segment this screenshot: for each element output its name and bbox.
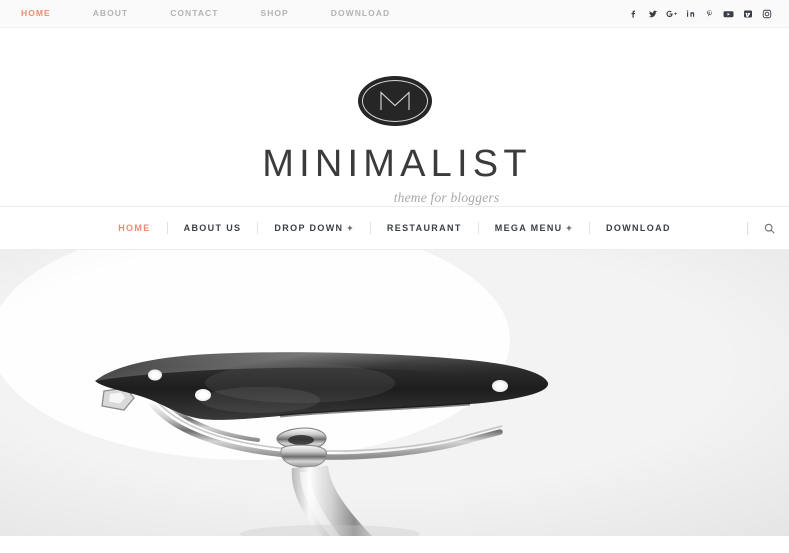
site-title: MINIMALIST [262,143,532,185]
site-tagline: theme for bloggers [393,190,500,205]
linkedin-icon[interactable] [681,4,700,24]
instagram-icon[interactable] [757,4,776,24]
main-nav-link-drop-down[interactable]: DROP DOWN + [258,207,369,249]
search-icon[interactable] [760,219,778,237]
top-navigation: HOME ABOUT CONTACT SHOP DOWNLOAD [0,0,411,27]
top-nav-item-about[interactable]: ABOUT [72,0,149,27]
main-nav-item-restaurant[interactable]: RESTAURANT [371,207,478,249]
hero-background-image [0,250,789,536]
top-nav-link-contact[interactable]: CONTACT [149,0,239,27]
main-nav-link-restaurant[interactable]: RESTAURANT [371,207,478,249]
main-navigation: HOME ABOUT US DROP DOWN + RESTAURANT MEG… [0,206,789,250]
top-nav-link-home[interactable]: HOME [0,0,72,27]
top-bar: HOME ABOUT CONTACT SHOP DOWNLOAD [0,0,789,28]
site-logo-icon[interactable] [357,76,432,126]
top-nav-link-shop[interactable]: SHOP [239,0,309,27]
top-nav-item-shop[interactable]: SHOP [239,0,309,27]
hero-vignette [0,250,789,536]
twitter-icon[interactable] [643,4,662,24]
main-nav-link-mega-menu[interactable]: MEGA MENU + [479,207,589,249]
main-nav-link-download[interactable]: DOWNLOAD [590,207,687,249]
main-nav-list: HOME ABOUT US DROP DOWN + RESTAURANT MEG… [102,207,687,249]
google-plus-icon[interactable] [662,4,681,24]
site-branding: MINIMALIST theme for bloggers [0,28,789,206]
top-nav-item-download[interactable]: DOWNLOAD [310,0,411,27]
hero-slider: ‹ › FOOD WAYS TO REMEMBER SOMETHING Post… [0,250,789,536]
main-nav-link-about-us[interactable]: ABOUT US [168,207,258,249]
nav-utilities [747,207,778,249]
top-nav-link-download[interactable]: DOWNLOAD [310,0,411,27]
vimeo-icon[interactable] [738,4,757,24]
main-nav-item-home[interactable]: HOME [102,207,166,249]
top-nav-link-about[interactable]: ABOUT [72,0,149,27]
main-nav-item-about-us[interactable]: ABOUT US [168,207,258,249]
top-nav-item-contact[interactable]: CONTACT [149,0,239,27]
nav-utility-separator [747,221,748,235]
main-nav-item-download[interactable]: DOWNLOAD [590,207,687,249]
main-nav-link-home[interactable]: HOME [102,207,166,249]
main-nav-item-drop-down[interactable]: DROP DOWN + [258,207,369,249]
youtube-icon[interactable] [719,4,738,24]
main-nav-item-mega-menu[interactable]: MEGA MENU + [479,207,589,249]
facebook-icon[interactable] [624,4,643,24]
pinterest-icon[interactable] [700,4,719,24]
social-links [624,4,776,24]
top-nav-item-home[interactable]: HOME [0,0,72,27]
